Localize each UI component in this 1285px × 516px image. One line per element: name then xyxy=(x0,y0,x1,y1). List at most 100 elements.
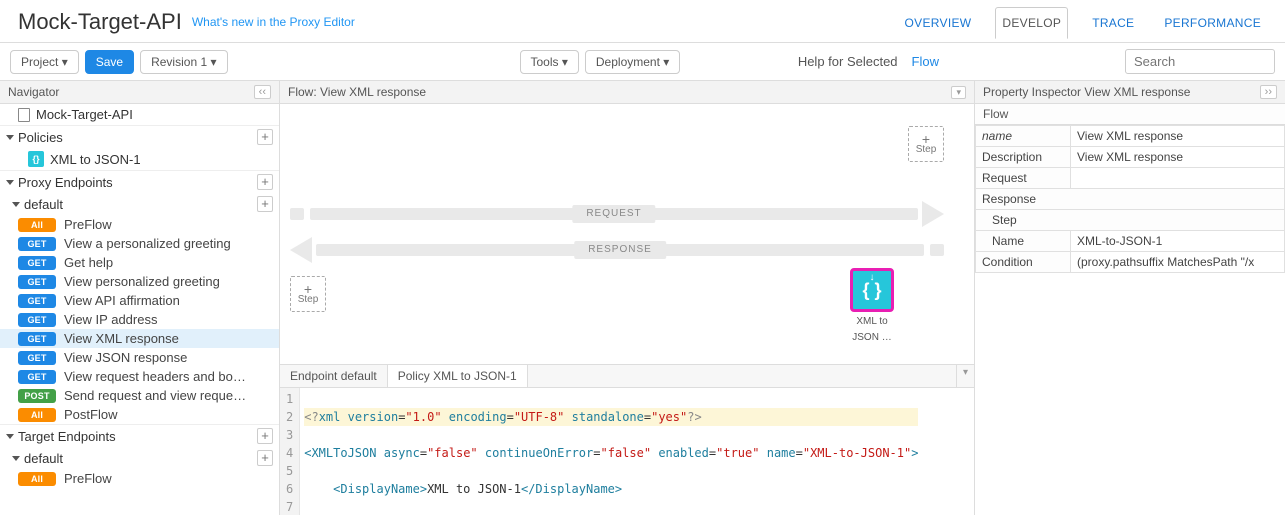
add-response-step-button[interactable]: + Step xyxy=(290,276,326,312)
nav-flow-item[interactable]: GETGet help xyxy=(0,253,279,272)
caret-down-icon: ▾ xyxy=(663,55,669,69)
tab-develop[interactable]: DEVELOP xyxy=(995,7,1068,39)
inspector-table: nameView XML response DescriptionView XM… xyxy=(975,125,1285,273)
collapse-left-icon[interactable]: ‹‹ xyxy=(254,85,271,99)
nav-flow-item[interactable]: GETView personalized greeting xyxy=(0,272,279,291)
nav-proxy-default[interactable]: default+ xyxy=(0,193,279,215)
request-lane-label: REQUEST xyxy=(572,205,655,223)
caret-down-icon: ▾ xyxy=(62,55,68,69)
prop-val-condition[interactable]: (proxy.pathsuffix MatchesPath "/x xyxy=(1071,252,1285,273)
caret-down-icon: ▾ xyxy=(562,55,568,69)
policy-node-xml-to-json[interactable]: { } XML to JSON … xyxy=(844,268,900,344)
nav-flow-item[interactable]: POSTSend request and view reque… xyxy=(0,386,279,405)
deployment-menu[interactable]: Deployment ▾ xyxy=(585,50,680,74)
tab-policy-xml-to-json[interactable]: Policy XML to JSON-1 xyxy=(388,365,528,387)
braces-icon xyxy=(28,151,44,167)
flow-panel-title: Flow: View XML response xyxy=(288,85,426,99)
nav-target-default[interactable]: default+ xyxy=(0,447,279,469)
prop-key-name: name xyxy=(976,126,1071,147)
nav-section-proxy-endpoints[interactable]: Proxy Endpoints+ xyxy=(0,170,279,193)
revision-menu[interactable]: Revision 1 ▾ xyxy=(140,50,227,74)
tools-menu[interactable]: Tools ▾ xyxy=(520,50,579,74)
http-verb-badge: GET xyxy=(18,294,56,308)
add-proxy-endpoint-button[interactable]: + xyxy=(257,174,273,190)
nav-flow-item[interactable]: GETView API affirmation xyxy=(0,291,279,310)
navigator-tree[interactable]: Mock-Target-APIPolicies+XML to JSON-1Pro… xyxy=(0,104,279,515)
http-verb-badge: All xyxy=(18,472,56,486)
inspector-section-flow: Flow xyxy=(975,104,1285,125)
property-inspector-panel: Property Inspector View XML response ›› … xyxy=(975,81,1285,515)
add-proxy-flow-button[interactable]: + xyxy=(257,196,273,212)
prop-section-step: Step xyxy=(976,210,1285,231)
prop-val-step-name[interactable]: XML-to-JSON-1 xyxy=(1071,231,1285,252)
document-icon xyxy=(18,108,30,122)
collapse-right-icon[interactable]: ›› xyxy=(1260,85,1277,99)
http-verb-badge: All xyxy=(18,218,56,232)
nav-flow-item[interactable]: GETView XML response xyxy=(0,329,279,348)
http-verb-badge: GET xyxy=(18,275,56,289)
prop-key-description: Description xyxy=(976,147,1071,168)
http-verb-badge: GET xyxy=(18,370,56,384)
prop-key-step-name: Name xyxy=(976,231,1071,252)
add-target-endpoint-button[interactable]: + xyxy=(257,428,273,444)
tab-endpoint-default[interactable]: Endpoint default xyxy=(280,365,388,387)
caret-down-icon xyxy=(12,456,20,461)
nav-flow-item[interactable]: AllPreFlow xyxy=(0,215,279,234)
search-input[interactable] xyxy=(1125,49,1275,74)
toggle-code-icon[interactable]: ▾ xyxy=(956,365,974,387)
http-verb-badge: All xyxy=(18,408,56,422)
request-lane: REQUEST xyxy=(290,200,944,228)
http-verb-badge: POST xyxy=(18,389,56,403)
whats-new-link[interactable]: What's new in the Proxy Editor xyxy=(192,15,355,29)
plus-icon: + xyxy=(304,284,312,294)
prop-val-name[interactable]: View XML response xyxy=(1071,126,1285,147)
response-lane-label: RESPONSE xyxy=(574,241,666,259)
prop-section-response: Response xyxy=(976,189,1285,210)
http-verb-badge: GET xyxy=(18,237,56,251)
flow-canvas: + Step REQUEST RESPONSE + Step { } XML t… xyxy=(280,104,974,364)
caret-down-icon: ▾ xyxy=(210,55,216,69)
save-button[interactable]: Save xyxy=(85,50,134,74)
http-verb-badge: GET xyxy=(18,256,56,270)
nav-section-policies[interactable]: Policies+ xyxy=(0,125,279,148)
header-bar: Mock-Target-API What's new in the Proxy … xyxy=(0,0,1285,43)
add-target-flow-button[interactable]: + xyxy=(257,450,273,466)
braces-icon: { } xyxy=(850,268,894,312)
tab-performance[interactable]: PERFORMANCE xyxy=(1158,8,1267,38)
nav-flow-item[interactable]: GETView JSON response xyxy=(0,348,279,367)
caret-down-icon xyxy=(6,180,14,185)
code-tabs: Endpoint default Policy XML to JSON-1 ▾ xyxy=(280,364,974,388)
nav-flow-item[interactable]: GETView request headers and bo… xyxy=(0,367,279,386)
add-request-step-button[interactable]: + Step xyxy=(908,126,944,162)
project-menu[interactable]: Project ▾ xyxy=(10,50,79,74)
navigator-panel: Navigator ‹‹ Mock-Target-APIPolicies+XML… xyxy=(0,81,280,515)
nav-flow-item[interactable]: GETView IP address xyxy=(0,310,279,329)
inspector-title: Property Inspector View XML response xyxy=(983,85,1190,99)
nav-root[interactable]: Mock-Target-API xyxy=(0,104,279,125)
code-content[interactable]: <?xml version="1.0" encoding="UTF-8" sta… xyxy=(300,388,922,515)
tab-trace[interactable]: TRACE xyxy=(1086,8,1140,38)
caret-down-icon xyxy=(6,434,14,439)
code-editor[interactable]: 12345678 <?xml version="1.0" encoding="U… xyxy=(280,388,974,515)
main-tabs: OVERVIEW DEVELOP TRACE PERFORMANCE xyxy=(899,6,1267,38)
arrow-left-icon xyxy=(290,237,312,263)
http-verb-badge: GET xyxy=(18,332,56,346)
nav-flow-item[interactable]: AllPostFlow xyxy=(0,405,279,424)
prop-val-description[interactable]: View XML response xyxy=(1071,147,1285,168)
nav-section-target-endpoints[interactable]: Target Endpoints+ xyxy=(0,424,279,447)
prop-key-condition: Condition xyxy=(976,252,1071,273)
caret-down-icon xyxy=(12,202,20,207)
nav-flow-item[interactable]: GETView a personalized greeting xyxy=(0,234,279,253)
arrow-right-icon xyxy=(922,201,944,227)
nav-policy-item[interactable]: XML to JSON-1 xyxy=(0,148,279,170)
http-verb-badge: GET xyxy=(18,351,56,365)
plus-icon: + xyxy=(922,134,930,144)
caret-down-icon xyxy=(6,135,14,140)
tab-overview[interactable]: OVERVIEW xyxy=(899,8,978,38)
toolbar: Project ▾ Save Revision 1 ▾ Tools ▾ Depl… xyxy=(0,43,1285,81)
nav-flow-item[interactable]: AllPreFlow xyxy=(0,469,279,488)
response-lane: RESPONSE xyxy=(290,236,944,264)
add-policy-button[interactable]: + xyxy=(257,129,273,145)
toggle-flow-icon[interactable]: ▾ xyxy=(951,86,966,99)
flow-help-link[interactable]: Flow xyxy=(912,54,939,69)
